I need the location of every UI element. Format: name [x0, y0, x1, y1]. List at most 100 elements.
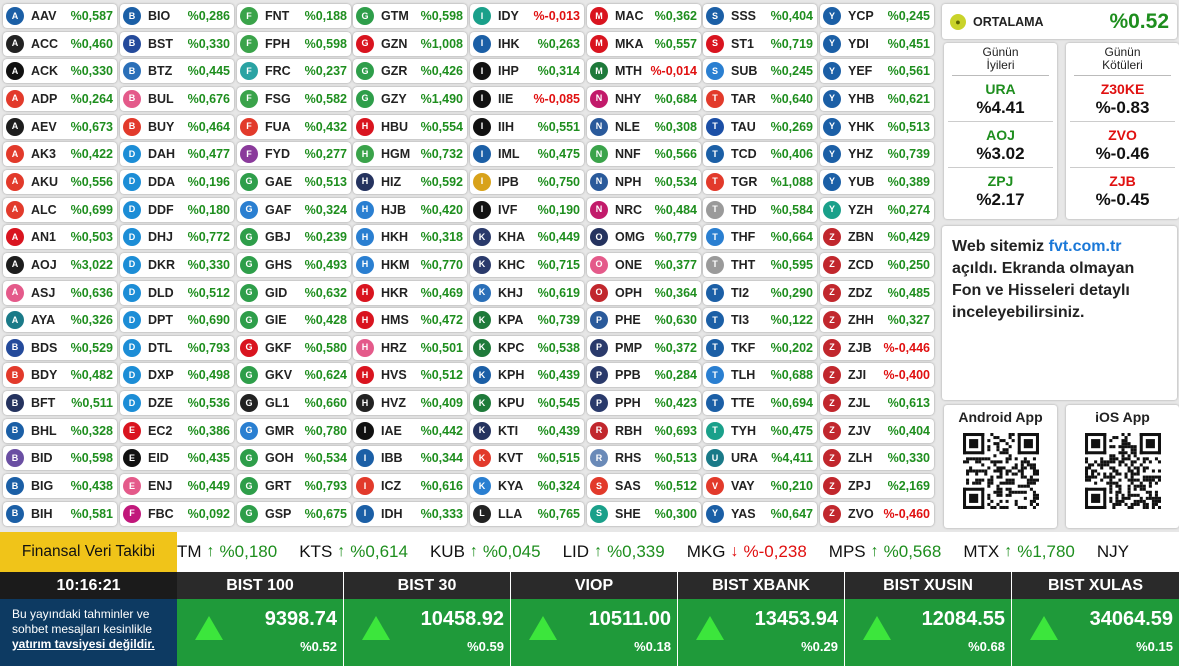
- fund-cell-buy[interactable]: B BUY %0,464: [120, 114, 234, 139]
- fund-cell-tyh[interactable]: T TYH %0,475: [703, 418, 817, 443]
- fund-cell-dze[interactable]: D DZE %0,536: [120, 391, 234, 416]
- fund-cell-ycp[interactable]: Y YCP %0,245: [820, 4, 934, 28]
- fund-cell-gzn[interactable]: G GZN %1,008: [353, 31, 467, 56]
- fund-cell-oph[interactable]: O OPH %0,364: [587, 280, 701, 305]
- fund-cell-hms[interactable]: H HMS %0,472: [353, 308, 467, 333]
- fund-cell-ivf[interactable]: I IVF %0,190: [470, 197, 584, 222]
- fund-cell-st1[interactable]: S ST1 %0,719: [703, 31, 817, 56]
- fund-cell-zbn[interactable]: Z ZBN %0,429: [820, 225, 934, 250]
- fund-cell-zji[interactable]: Z ZJI %-0,400: [820, 363, 934, 388]
- fund-cell-dtl[interactable]: D DTL %0,793: [120, 335, 234, 360]
- fund-cell-zdz[interactable]: Z ZDZ %0,485: [820, 280, 934, 305]
- fund-cell-mth[interactable]: M MTH %-0,014: [587, 59, 701, 84]
- fund-cell-iml[interactable]: I IML %0,475: [470, 142, 584, 167]
- fund-cell-ihk[interactable]: I IHK %0,263: [470, 31, 584, 56]
- fund-cell-gaf[interactable]: G GAF %0,324: [237, 197, 351, 222]
- fund-cell-fsg[interactable]: F FSG %0,582: [237, 86, 351, 111]
- fund-cell-hkr[interactable]: H HKR %0,469: [353, 280, 467, 305]
- fund-cell-alc[interactable]: A ALC %0,699: [3, 197, 117, 222]
- fund-cell-dld[interactable]: D DLD %0,512: [120, 280, 234, 305]
- fund-cell-kpu[interactable]: K KPU %0,545: [470, 391, 584, 416]
- fund-cell-asj[interactable]: A ASJ %0,636: [3, 280, 117, 305]
- fund-cell-iae[interactable]: I IAE %0,442: [353, 418, 467, 443]
- fund-cell-ihp[interactable]: I IHP %0,314: [470, 59, 584, 84]
- fund-cell-bdy[interactable]: B BDY %0,482: [3, 363, 117, 388]
- fund-cell-ura[interactable]: U URA %4,411: [703, 446, 817, 471]
- fund-cell-tau[interactable]: T TAU %0,269: [703, 114, 817, 139]
- fund-cell-sss[interactable]: S SSS %0,404: [703, 4, 817, 28]
- ticker-item[interactable]: MKG ↓ %-0,238: [687, 542, 807, 562]
- performer-entry[interactable]: URA %4.41: [948, 76, 1053, 122]
- ticker-item[interactable]: TM ↑ %0,180: [177, 542, 277, 562]
- ios-app-card[interactable]: iOS App: [1066, 405, 1179, 528]
- android-app-card[interactable]: Android App: [944, 405, 1057, 528]
- fund-cell-yhb[interactable]: Y YHB %0,621: [820, 86, 934, 111]
- fund-cell-gbj[interactable]: G GBJ %0,239: [237, 225, 351, 250]
- fund-cell-an1[interactable]: A AN1 %0,503: [3, 225, 117, 250]
- fund-cell-gid[interactable]: G GID %0,632: [237, 280, 351, 305]
- fund-cell-fph[interactable]: F FPH %0,598: [237, 31, 351, 56]
- fund-cell-tcd[interactable]: T TCD %0,406: [703, 142, 817, 167]
- fund-cell-fbc[interactable]: F FBC %0,092: [120, 501, 234, 526]
- index-card-bist-xulas[interactable]: BIST XULAS 34064.59 %0.15: [1012, 572, 1179, 666]
- fund-cell-gzy[interactable]: G GZY %1,490: [353, 86, 467, 111]
- ticker-item[interactable]: MTX ↑ %1,780: [963, 542, 1075, 562]
- fund-cell-hvz[interactable]: H HVZ %0,409: [353, 391, 467, 416]
- fund-cell-grt[interactable]: G GRT %0,793: [237, 474, 351, 499]
- fund-cell-yub[interactable]: Y YUB %0,389: [820, 169, 934, 194]
- website-link[interactable]: fvt.com.tr: [1049, 238, 1122, 255]
- fund-cell-yhz[interactable]: Y YHZ %0,739: [820, 142, 934, 167]
- fund-cell-nle[interactable]: N NLE %0,308: [587, 114, 701, 139]
- fund-cell-hjb[interactable]: H HJB %0,420: [353, 197, 467, 222]
- fund-cell-dxp[interactable]: D DXP %0,498: [120, 363, 234, 388]
- fund-cell-tte[interactable]: T TTE %0,694: [703, 391, 817, 416]
- fund-cell-hrz[interactable]: H HRZ %0,501: [353, 335, 467, 360]
- fund-cell-idy[interactable]: I IDY %-0,013: [470, 4, 584, 28]
- fund-cell-nph[interactable]: N NPH %0,534: [587, 169, 701, 194]
- fund-cell-phe[interactable]: P PHE %0,630: [587, 308, 701, 333]
- fund-cell-kti[interactable]: K KTI %0,439: [470, 418, 584, 443]
- fund-cell-bid[interactable]: B BID %0,598: [3, 446, 117, 471]
- performer-entry[interactable]: ZVO %-0.46: [1070, 122, 1175, 168]
- fund-cell-fyd[interactable]: F FYD %0,277: [237, 142, 351, 167]
- fund-cell-gzr[interactable]: G GZR %0,426: [353, 59, 467, 84]
- fund-cell-dah[interactable]: D DAH %0,477: [120, 142, 234, 167]
- fund-cell-hkh[interactable]: H HKH %0,318: [353, 225, 467, 250]
- fund-cell-kph[interactable]: K KPH %0,439: [470, 363, 584, 388]
- index-card-bist-xbank[interactable]: BIST XBANK 13453.94 %0.29: [678, 572, 844, 666]
- fund-cell-gl1[interactable]: G GL1 %0,660: [237, 391, 351, 416]
- fund-cell-rbh[interactable]: R RBH %0,693: [587, 418, 701, 443]
- fund-cell-sub[interactable]: S SUB %0,245: [703, 59, 817, 84]
- fund-cell-nrc[interactable]: N NRC %0,484: [587, 197, 701, 222]
- fund-cell-big[interactable]: B BIG %0,438: [3, 474, 117, 499]
- index-card-bist-xusin[interactable]: BIST XUSIN 12084.55 %0.68: [845, 572, 1011, 666]
- fund-cell-acc[interactable]: A ACC %0,460: [3, 31, 117, 56]
- fund-cell-ydi[interactable]: Y YDI %0,451: [820, 31, 934, 56]
- fund-cell-gkf[interactable]: G GKF %0,580: [237, 335, 351, 360]
- fund-cell-aav[interactable]: A AAV %0,587: [3, 4, 117, 28]
- fund-cell-nnf[interactable]: N NNF %0,566: [587, 142, 701, 167]
- fund-cell-dda[interactable]: D DDA %0,196: [120, 169, 234, 194]
- fund-cell-zvo[interactable]: Z ZVO %-0,460: [820, 501, 934, 526]
- fund-cell-thd[interactable]: T THD %0,584: [703, 197, 817, 222]
- fund-cell-bih[interactable]: B BIH %0,581: [3, 501, 117, 526]
- fund-cell-gsp[interactable]: G GSP %0,675: [237, 501, 351, 526]
- ticker-item[interactable]: LID ↑ %0,339: [563, 542, 665, 562]
- fund-cell-iih[interactable]: I IIH %0,551: [470, 114, 584, 139]
- fund-cell-bio[interactable]: B BIO %0,286: [120, 4, 234, 28]
- fund-cell-zjl[interactable]: Z ZJL %0,613: [820, 391, 934, 416]
- fund-cell-gae[interactable]: G GAE %0,513: [237, 169, 351, 194]
- fund-cell-vay[interactable]: V VAY %0,210: [703, 474, 817, 499]
- fund-cell-one[interactable]: O ONE %0,377: [587, 252, 701, 277]
- fund-cell-eid[interactable]: E EID %0,435: [120, 446, 234, 471]
- fund-cell-hkm[interactable]: H HKM %0,770: [353, 252, 467, 277]
- fund-cell-kpa[interactable]: K KPA %0,739: [470, 308, 584, 333]
- fund-cell-omg[interactable]: O OMG %0,779: [587, 225, 701, 250]
- fund-cell-icz[interactable]: I ICZ %0,616: [353, 474, 467, 499]
- index-card-viop[interactable]: VIOP 10511.00 %0.18: [511, 572, 677, 666]
- fund-cell-tar[interactable]: T TAR %0,640: [703, 86, 817, 111]
- fund-cell-pmp[interactable]: P PMP %0,372: [587, 335, 701, 360]
- fund-cell-gie[interactable]: G GIE %0,428: [237, 308, 351, 333]
- fund-cell-zlh[interactable]: Z ZLH %0,330: [820, 446, 934, 471]
- fund-cell-dkr[interactable]: D DKR %0,330: [120, 252, 234, 277]
